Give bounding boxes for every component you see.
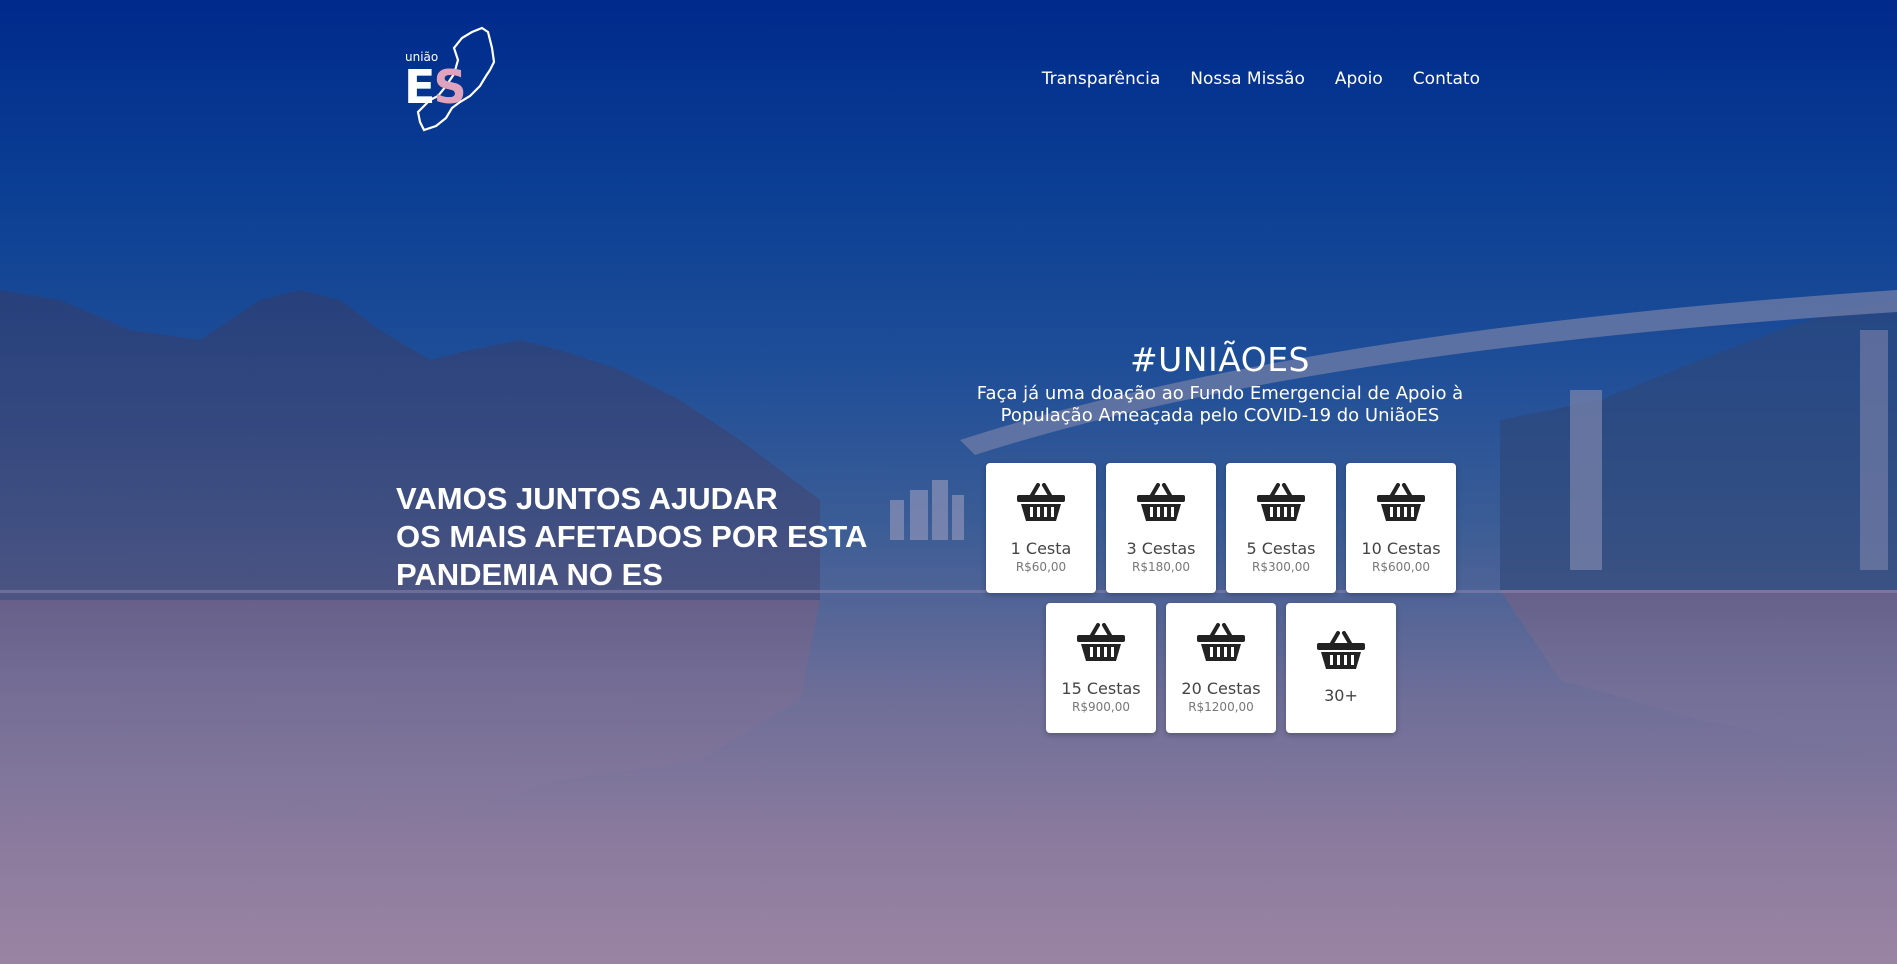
basket-icon: [1197, 623, 1245, 661]
donation-option-10[interactable]: 10 Cestas R$600,00: [1346, 463, 1456, 593]
nav-transparencia[interactable]: Transparência: [1042, 69, 1160, 89]
nav-nossa-missao[interactable]: Nossa Missão: [1190, 69, 1305, 89]
basket-icon: [1077, 623, 1125, 661]
basket-icon: [1137, 483, 1185, 521]
basket-icon: [1317, 631, 1365, 669]
donation-option-30-plus[interactable]: 30+: [1286, 603, 1396, 733]
donation-option-15[interactable]: 15 Cestas R$900,00: [1046, 603, 1156, 733]
nav-contato[interactable]: Contato: [1413, 69, 1480, 89]
logo-letters: ES: [404, 60, 467, 114]
basket-icon: [1377, 483, 1425, 521]
donation-subtitle: Faça já uma doação ao Fundo Emergencial …: [976, 383, 1464, 426]
donation-panel: #UNIÃOES Faça já uma doação ao Fundo Eme…: [960, 340, 1480, 427]
donation-option-1[interactable]: 1 Cesta R$60,00: [986, 463, 1096, 593]
nav-apoio[interactable]: Apoio: [1335, 69, 1383, 89]
donation-option-20[interactable]: 20 Cestas R$1200,00: [1166, 603, 1276, 733]
donation-option-5[interactable]: 5 Cestas R$300,00: [1226, 463, 1336, 593]
basket-icon: [1257, 483, 1305, 521]
main-nav: Transparência Nossa Missão Apoio Contato: [1042, 69, 1480, 89]
basket-icon: [1017, 483, 1065, 521]
hero-headline: VAMOS JUNTOS AJUDAR OS MAIS AFETADOS POR…: [396, 481, 868, 592]
donation-title: #UNIÃOES: [1130, 340, 1310, 379]
donation-option-3[interactable]: 3 Cestas R$180,00: [1106, 463, 1216, 593]
